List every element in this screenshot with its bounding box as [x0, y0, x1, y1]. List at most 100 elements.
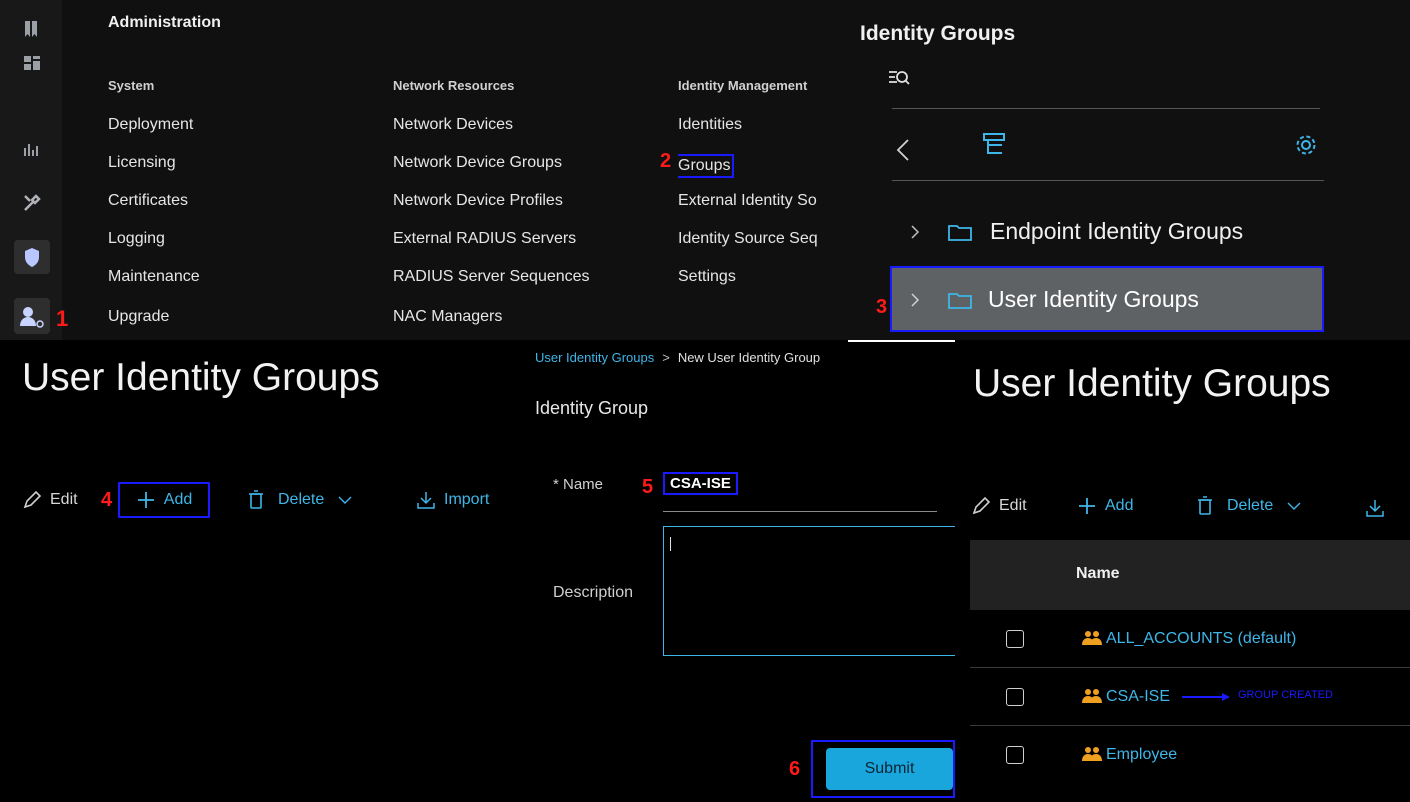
- menu-item-groups-row: Groups: [678, 154, 848, 192]
- admin-menu-panel: 1 Administration System Deployment Licen…: [0, 0, 848, 340]
- menu-col-network-resources: Network Resources Network Devices Networ…: [393, 78, 590, 346]
- tree-item-label: Endpoint Identity Groups: [990, 218, 1244, 244]
- group-icon: [1082, 687, 1102, 705]
- table-row[interactable]: Employee: [970, 726, 1410, 784]
- expand-chevron-icon[interactable]: [910, 224, 920, 240]
- folder-icon: [948, 290, 972, 310]
- left-list-panel: User Identity Groups Edit 4 Add Delete I…: [0, 340, 525, 802]
- bookmark-icon[interactable]: [24, 20, 38, 38]
- tree-item-user-identity-groups[interactable]: User Identity Groups: [890, 266, 1324, 332]
- chevron-down-icon: [338, 495, 352, 505]
- step-5-marker: 5: [642, 476, 654, 498]
- tree-view-icon[interactable]: [982, 132, 1006, 158]
- submit-button[interactable]: Submit: [826, 748, 953, 790]
- admin-users-icon[interactable]: [14, 298, 50, 334]
- tree-title: Identity Groups: [860, 22, 1016, 45]
- tree-divider: [892, 108, 1320, 109]
- breadcrumb-current: New User Identity Group: [677, 350, 821, 365]
- menu-item-deployment[interactable]: Deployment: [108, 116, 200, 154]
- row-name-link[interactable]: ALL_ACCOUNTS (default): [1106, 630, 1296, 648]
- row-checkbox[interactable]: [1006, 746, 1024, 764]
- row-name-link[interactable]: Employee: [1106, 746, 1177, 764]
- group-created-annotation: GROUP CREATED: [1238, 689, 1333, 701]
- text-cursor: [670, 537, 671, 551]
- menu-heading-identity-management: Identity Management: [678, 78, 808, 93]
- group-icon: [1082, 745, 1102, 763]
- row-checkbox[interactable]: [1006, 630, 1024, 648]
- import-icon: [416, 490, 436, 510]
- description-field[interactable]: [663, 526, 955, 656]
- delete-button[interactable]: Delete: [248, 488, 352, 512]
- pencil-icon: [971, 496, 991, 516]
- column-header-name[interactable]: Name: [1076, 565, 1120, 583]
- new-group-form-panel: User Identity Groups > New User Identity…: [525, 340, 955, 802]
- shield-icon[interactable]: [14, 240, 50, 274]
- step-6-marker: 6: [789, 758, 801, 780]
- menu-item-identity-source-sequences[interactable]: Identity Source Seq: [678, 230, 848, 268]
- add-label: Add: [1105, 497, 1134, 514]
- filter-search-icon[interactable]: [888, 68, 910, 88]
- menu-item-external-identity-sources[interactable]: External Identity So: [678, 192, 848, 230]
- icon-rail: 1: [0, 0, 68, 340]
- breadcrumb: User Identity Groups > New User Identity…: [535, 350, 820, 365]
- edit-button[interactable]: Edit: [22, 488, 78, 512]
- import-icon[interactable]: [1365, 498, 1385, 518]
- add-button[interactable]: Add: [118, 482, 210, 518]
- tree-divider-2: [892, 180, 1324, 181]
- gear-icon[interactable]: [1294, 133, 1318, 157]
- menu-item-radius-server-sequences[interactable]: RADIUS Server Sequences: [393, 268, 590, 308]
- edit-button[interactable]: Edit: [971, 496, 1027, 516]
- chevron-down-icon: [1287, 501, 1301, 511]
- arrow-right-icon: [1182, 692, 1232, 702]
- tree-item-endpoint-identity-groups[interactable]: Endpoint Identity Groups: [910, 212, 1350, 252]
- menu-item-maintenance[interactable]: Maintenance: [108, 268, 200, 308]
- table-row[interactable]: CSA-ISE GROUP CREATED: [970, 668, 1410, 726]
- name-field[interactable]: CSA-ISE: [663, 472, 937, 512]
- tree-item-label: User Identity Groups: [988, 286, 1199, 312]
- menu-item-settings[interactable]: Settings: [678, 268, 848, 306]
- folder-icon: [948, 222, 972, 242]
- step-3-marker: 3: [876, 296, 888, 318]
- menu-item-identities[interactable]: Identities: [678, 116, 848, 154]
- page-title: User Identity Groups: [973, 362, 1331, 405]
- trash-icon: [248, 490, 264, 510]
- add-label: Add: [163, 491, 193, 508]
- import-button[interactable]: Import: [416, 488, 489, 512]
- plus-icon: [1077, 496, 1097, 516]
- back-chevron-icon[interactable]: [896, 138, 910, 162]
- menu-heading-system: System: [108, 78, 155, 93]
- step-2-marker: 2: [660, 150, 672, 172]
- add-button[interactable]: Add: [1077, 496, 1133, 516]
- delete-button[interactable]: Delete: [1197, 496, 1301, 516]
- breadcrumb-separator: >: [662, 350, 670, 365]
- panel-seam: [848, 340, 955, 342]
- row-checkbox[interactable]: [1006, 688, 1024, 706]
- menu-item-certificates[interactable]: Certificates: [108, 192, 200, 230]
- row-name-link[interactable]: CSA-ISE: [1106, 688, 1170, 706]
- menu-heading-network-resources: Network Resources: [393, 78, 515, 93]
- menu-item-network-device-groups[interactable]: Network Device Groups: [393, 154, 590, 192]
- import-label: Import: [444, 491, 490, 508]
- right-list-panel: User Identity Groups Edit Add Delete Nam…: [955, 340, 1410, 802]
- name-field-value: CSA-ISE: [663, 472, 738, 495]
- table-row[interactable]: ALL_ACCOUNTS (default): [970, 610, 1410, 668]
- edit-label: Edit: [50, 491, 78, 508]
- tools-icon[interactable]: [22, 193, 42, 213]
- menu-item-network-devices[interactable]: Network Devices: [393, 116, 590, 154]
- analytics-icon[interactable]: [23, 140, 41, 158]
- form-section-title: Identity Group: [535, 398, 649, 418]
- menu-col-system: System Deployment Licensing Certificates…: [108, 78, 200, 346]
- dashboard-icon[interactable]: [24, 56, 40, 70]
- menu-item-network-device-profiles[interactable]: Network Device Profiles: [393, 192, 590, 230]
- breadcrumb-parent-link[interactable]: User Identity Groups: [535, 350, 654, 365]
- pencil-icon: [22, 490, 42, 510]
- step-1-marker: 1: [56, 306, 69, 331]
- trash-icon: [1197, 496, 1213, 516]
- menu-item-logging[interactable]: Logging: [108, 230, 200, 268]
- admin-menu-title: Administration: [108, 14, 221, 31]
- menu-item-external-radius-servers[interactable]: External RADIUS Servers: [393, 230, 590, 268]
- menu-item-groups[interactable]: Groups: [678, 154, 735, 178]
- expand-chevron-icon[interactable]: [910, 292, 920, 308]
- menu-item-licensing[interactable]: Licensing: [108, 154, 200, 192]
- identity-groups-tree-panel: Identity Groups Endpoint Identity Groups…: [848, 0, 1410, 340]
